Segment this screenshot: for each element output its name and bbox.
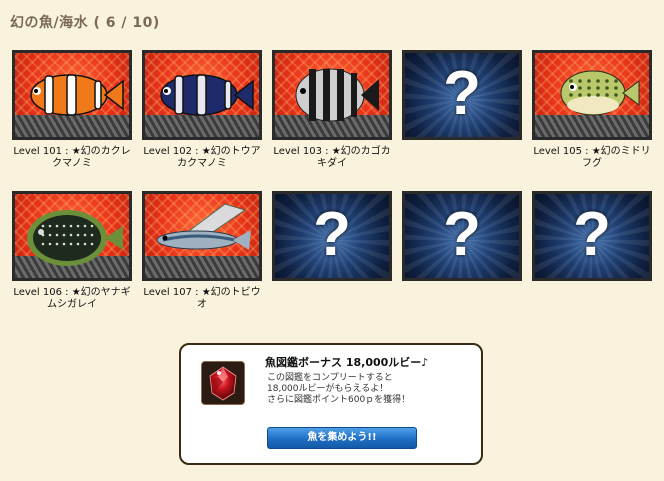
fish-collection-grid: Level 101 : ★幻のカクレクマノミ Level 102 : ★幻のトウ… [12, 50, 652, 322]
clownfish-icon [12, 50, 132, 140]
pufferfish-icon [532, 50, 652, 140]
fish-label: Level 105 : ★幻のミドリフグ [533, 146, 651, 169]
fish-card[interactable]: Level 103 : ★幻のカゴカキダイ [272, 50, 392, 181]
bonus-title: 魚図鑑ボーナス 18,000ルビー♪ [265, 356, 429, 369]
fish-label: Level 103 : ★幻のカゴカキダイ [273, 146, 391, 169]
bonus-line-3: さらに図鑑ポイント600ｐを獲得！ [267, 395, 411, 405]
fish-label: Level 102 : ★幻のトウアカクマノミ [143, 146, 261, 169]
striped-fish-icon [272, 50, 392, 140]
bonus-line-1: この図鑑をコンプリートすると [267, 373, 393, 383]
fish-card[interactable]: Level 106 : ★幻のヤナギムシガレイ [12, 191, 132, 322]
fish-card[interactable]: Level 105 : ★幻のミドリフグ [532, 50, 652, 181]
fish-label: Level 107 : ★幻のトビウオ [143, 287, 261, 310]
fish-label: Level 101 : ★幻のカクレクマノミ [13, 146, 131, 169]
question-mark: ? [313, 200, 351, 269]
dark-clownfish-icon [142, 50, 262, 140]
ruby-gem-icon [201, 361, 245, 405]
bonus-panel: 魚図鑑ボーナス 18,000ルビー♪ この図鑑をコンプリートすると 18,000… [179, 343, 483, 465]
fish-card[interactable]: ? [272, 191, 392, 322]
question-mark: ? [443, 59, 481, 128]
question-mark-icon: ? [402, 191, 522, 281]
collect-fish-button[interactable]: 魚を集めよう!! [267, 427, 417, 449]
flying-fish-icon [142, 191, 262, 281]
fish-card[interactable]: Level 107 : ★幻のトビウオ [142, 191, 262, 322]
bonus-description: この図鑑をコンプリートすると 18,000ルビーがもらえるよ！ さらに図鑑ポイン… [267, 373, 410, 406]
fish-card[interactable]: ? [402, 50, 522, 181]
page-title: 幻の魚/海水 ( 6 / 10) [10, 15, 160, 31]
fish-card[interactable]: Level 101 : ★幻のカクレクマノミ [12, 50, 132, 181]
question-mark-icon: ? [272, 191, 392, 281]
fish-card[interactable]: ? [402, 191, 522, 322]
question-mark: ? [573, 200, 611, 269]
fish-card[interactable]: Level 102 : ★幻のトウアカクマノミ [142, 50, 262, 181]
fish-label: Level 106 : ★幻のヤナギムシガレイ [13, 287, 131, 310]
question-mark-icon: ? [532, 191, 652, 281]
question-mark: ? [443, 200, 481, 269]
flatfish-icon [12, 191, 132, 281]
bonus-line-2: 18,000ルビーがもらえるよ！ [267, 384, 389, 394]
fish-card[interactable]: ? [532, 191, 652, 322]
question-mark-icon: ? [402, 50, 522, 140]
